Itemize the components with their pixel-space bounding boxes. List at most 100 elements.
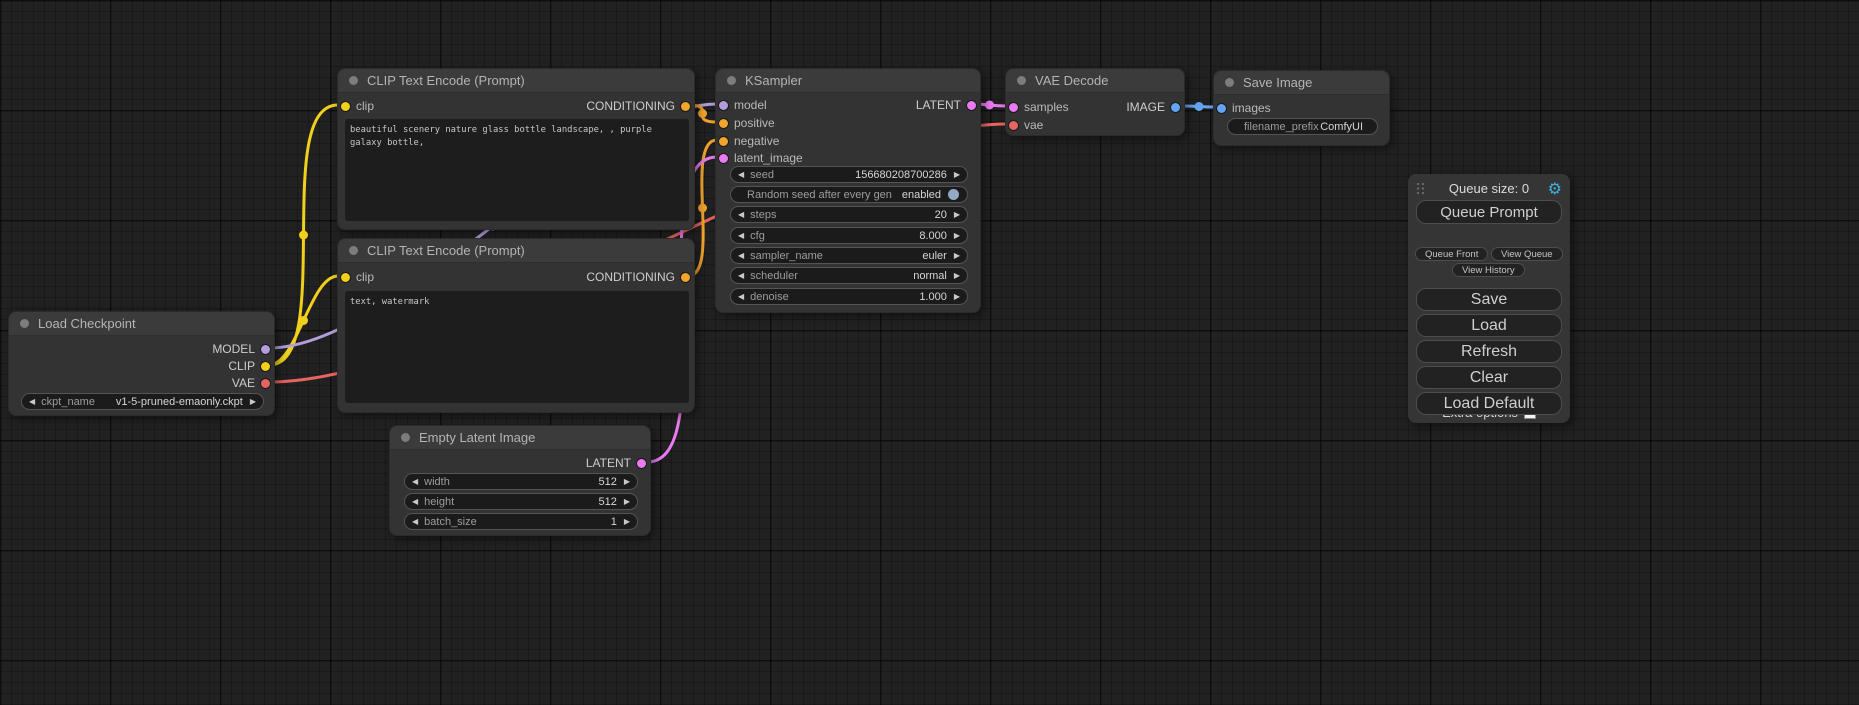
output-label: CONDITIONING bbox=[586, 270, 675, 284]
load-default-button[interactable]: Load Default bbox=[1416, 392, 1562, 415]
arrow-left-icon[interactable]: ◀ bbox=[738, 232, 744, 240]
steps-widget[interactable]: ◀ steps 20 ▶ bbox=[730, 206, 968, 223]
vae-output-port[interactable] bbox=[261, 379, 270, 388]
node-load-checkpoint[interactable]: Load Checkpoint MODEL CLIP VAE ◀ ckpt_na… bbox=[8, 311, 275, 416]
prompt-textarea[interactable]: text, watermark bbox=[345, 291, 689, 403]
vae-input-port[interactable] bbox=[1009, 121, 1018, 130]
arrow-right-icon[interactable]: ▶ bbox=[624, 498, 630, 506]
arrow-right-icon[interactable]: ▶ bbox=[954, 272, 960, 280]
model-input-port[interactable] bbox=[719, 101, 728, 110]
arrow-left-icon[interactable]: ◀ bbox=[738, 252, 744, 260]
refresh-button[interactable]: Refresh bbox=[1416, 340, 1562, 363]
arrow-left-icon[interactable]: ◀ bbox=[738, 171, 744, 179]
negative-input-port[interactable] bbox=[719, 137, 728, 146]
arrow-right-icon[interactable]: ▶ bbox=[954, 252, 960, 260]
view-queue-button[interactable]: View Queue bbox=[1491, 247, 1563, 261]
arrow-right-icon[interactable]: ▶ bbox=[624, 478, 630, 486]
node-empty-latent-image[interactable]: Empty Latent Image LATENT ◀ width 512 ▶ … bbox=[389, 425, 651, 536]
node-title-bar[interactable]: Load Checkpoint bbox=[9, 312, 274, 336]
queue-size-label: Queue size: 0 bbox=[1408, 181, 1570, 196]
arrow-left-icon[interactable]: ◀ bbox=[412, 498, 418, 506]
arrow-right-icon[interactable]: ▶ bbox=[624, 518, 630, 526]
scheduler-widget[interactable]: ◀ scheduler normal ▶ bbox=[730, 267, 968, 284]
link-midpoint-dot[interactable] bbox=[985, 101, 994, 110]
node-collapse-dot[interactable] bbox=[1225, 78, 1234, 87]
images-input-port[interactable] bbox=[1217, 104, 1226, 113]
queue-front-button[interactable]: Queue Front bbox=[1415, 247, 1488, 261]
node-clip-text-encode-negative[interactable]: CLIP Text Encode (Prompt) clip CONDITION… bbox=[337, 238, 695, 413]
output-label: CONDITIONING bbox=[586, 99, 675, 113]
output-label: LATENT bbox=[586, 456, 631, 470]
save-button[interactable]: Save bbox=[1416, 288, 1562, 311]
load-button[interactable]: Load bbox=[1416, 314, 1562, 337]
link-midpoint-dot[interactable] bbox=[698, 204, 707, 213]
node-collapse-dot[interactable] bbox=[20, 319, 29, 328]
clear-button[interactable]: Clear bbox=[1416, 366, 1562, 389]
positive-input-port[interactable] bbox=[719, 119, 728, 128]
node-title-bar[interactable]: CLIP Text Encode (Prompt) bbox=[338, 239, 694, 263]
node-collapse-dot[interactable] bbox=[401, 433, 410, 442]
node-title-bar[interactable]: Save Image bbox=[1214, 71, 1389, 95]
widget-value: 20 bbox=[776, 209, 946, 221]
batch-size-widget[interactable]: ◀ batch_size 1 ▶ bbox=[404, 513, 638, 530]
link-midpoint-dot[interactable] bbox=[698, 109, 707, 118]
arrow-left-icon[interactable]: ◀ bbox=[412, 518, 418, 526]
arrow-left-icon[interactable]: ◀ bbox=[738, 293, 744, 301]
arrow-left-icon[interactable]: ◀ bbox=[738, 211, 744, 219]
arrow-right-icon[interactable]: ▶ bbox=[954, 232, 960, 240]
widget-label: height bbox=[424, 496, 454, 508]
node-title: CLIP Text Encode (Prompt) bbox=[367, 73, 525, 88]
image-output-port[interactable] bbox=[1171, 103, 1180, 112]
node-ksampler[interactable]: KSampler model positive negative latent_… bbox=[715, 68, 981, 313]
arrow-right-icon[interactable]: ▶ bbox=[954, 211, 960, 219]
model-output-port[interactable] bbox=[261, 345, 270, 354]
arrow-right-icon[interactable]: ▶ bbox=[954, 293, 960, 301]
link-midpoint-dot[interactable] bbox=[1195, 102, 1204, 111]
gear-icon[interactable]: ⚙ bbox=[1548, 179, 1562, 198]
arrow-right-icon[interactable]: ▶ bbox=[954, 171, 960, 179]
denoise-widget[interactable]: ◀ denoise 1.000 ▶ bbox=[730, 288, 968, 305]
input-label: samples bbox=[1024, 100, 1069, 114]
node-clip-text-encode-positive[interactable]: CLIP Text Encode (Prompt) clip CONDITION… bbox=[337, 68, 695, 230]
link-midpoint-dot[interactable] bbox=[299, 316, 308, 325]
sampler-name-widget[interactable]: ◀ sampler_name euler ▶ bbox=[730, 247, 968, 264]
latent-image-input-port[interactable] bbox=[719, 154, 728, 163]
link-midpoint-dot[interactable] bbox=[299, 231, 308, 240]
node-title-bar[interactable]: KSampler bbox=[716, 69, 980, 93]
cfg-widget[interactable]: ◀ cfg 8.000 ▶ bbox=[730, 227, 968, 244]
arrow-left-icon[interactable]: ◀ bbox=[738, 272, 744, 280]
width-widget[interactable]: ◀ width 512 ▶ bbox=[404, 473, 638, 490]
latent-output-port[interactable] bbox=[967, 101, 976, 110]
height-widget[interactable]: ◀ height 512 ▶ bbox=[404, 493, 638, 510]
node-title-bar[interactable]: VAE Decode bbox=[1006, 69, 1184, 93]
node-graph-canvas[interactable]: Load Checkpoint MODEL CLIP VAE ◀ ckpt_na… bbox=[0, 0, 1859, 705]
clip-output-port[interactable] bbox=[261, 362, 270, 371]
node-title-bar[interactable]: Empty Latent Image bbox=[390, 426, 650, 450]
arrow-right-icon[interactable]: ▶ bbox=[250, 398, 256, 406]
ckpt-name-widget[interactable]: ◀ ckpt_name v1-5-pruned-emaonly.ckpt ▶ bbox=[21, 393, 264, 410]
seed-widget[interactable]: ◀ seed 156680208700286 ▶ bbox=[730, 166, 968, 183]
node-collapse-dot[interactable] bbox=[349, 246, 358, 255]
filename-prefix-widget[interactable]: filename_prefix ComfyUI bbox=[1227, 118, 1378, 135]
conditioning-output-port[interactable] bbox=[681, 273, 690, 282]
latent-output-port[interactable] bbox=[637, 459, 646, 468]
widget-label: Random seed after every gen bbox=[747, 189, 892, 201]
arrow-left-icon[interactable]: ◀ bbox=[29, 398, 35, 406]
node-title-bar[interactable]: CLIP Text Encode (Prompt) bbox=[338, 69, 694, 93]
random-seed-toggle-widget[interactable]: Random seed after every gen enabled bbox=[730, 186, 968, 203]
arrow-left-icon[interactable]: ◀ bbox=[412, 478, 418, 486]
node-save-image[interactable]: Save Image images filename_prefix ComfyU… bbox=[1213, 70, 1390, 146]
node-collapse-dot[interactable] bbox=[1017, 76, 1026, 85]
conditioning-output-port[interactable] bbox=[681, 102, 690, 111]
queue-prompt-button[interactable]: Queue Prompt bbox=[1416, 200, 1562, 224]
clip-input-port[interactable] bbox=[341, 273, 350, 282]
samples-input-port[interactable] bbox=[1009, 103, 1018, 112]
widget-value: enabled bbox=[892, 189, 941, 201]
node-collapse-dot[interactable] bbox=[727, 76, 736, 85]
node-collapse-dot[interactable] bbox=[349, 76, 358, 85]
prompt-textarea[interactable]: beautiful scenery nature glass bottle la… bbox=[345, 119, 689, 221]
view-history-button[interactable]: View History bbox=[1452, 263, 1525, 277]
toggle-enabled-icon[interactable] bbox=[948, 189, 959, 200]
node-vae-decode[interactable]: VAE Decode samples vae IMAGE bbox=[1005, 68, 1185, 136]
clip-input-port[interactable] bbox=[341, 102, 350, 111]
